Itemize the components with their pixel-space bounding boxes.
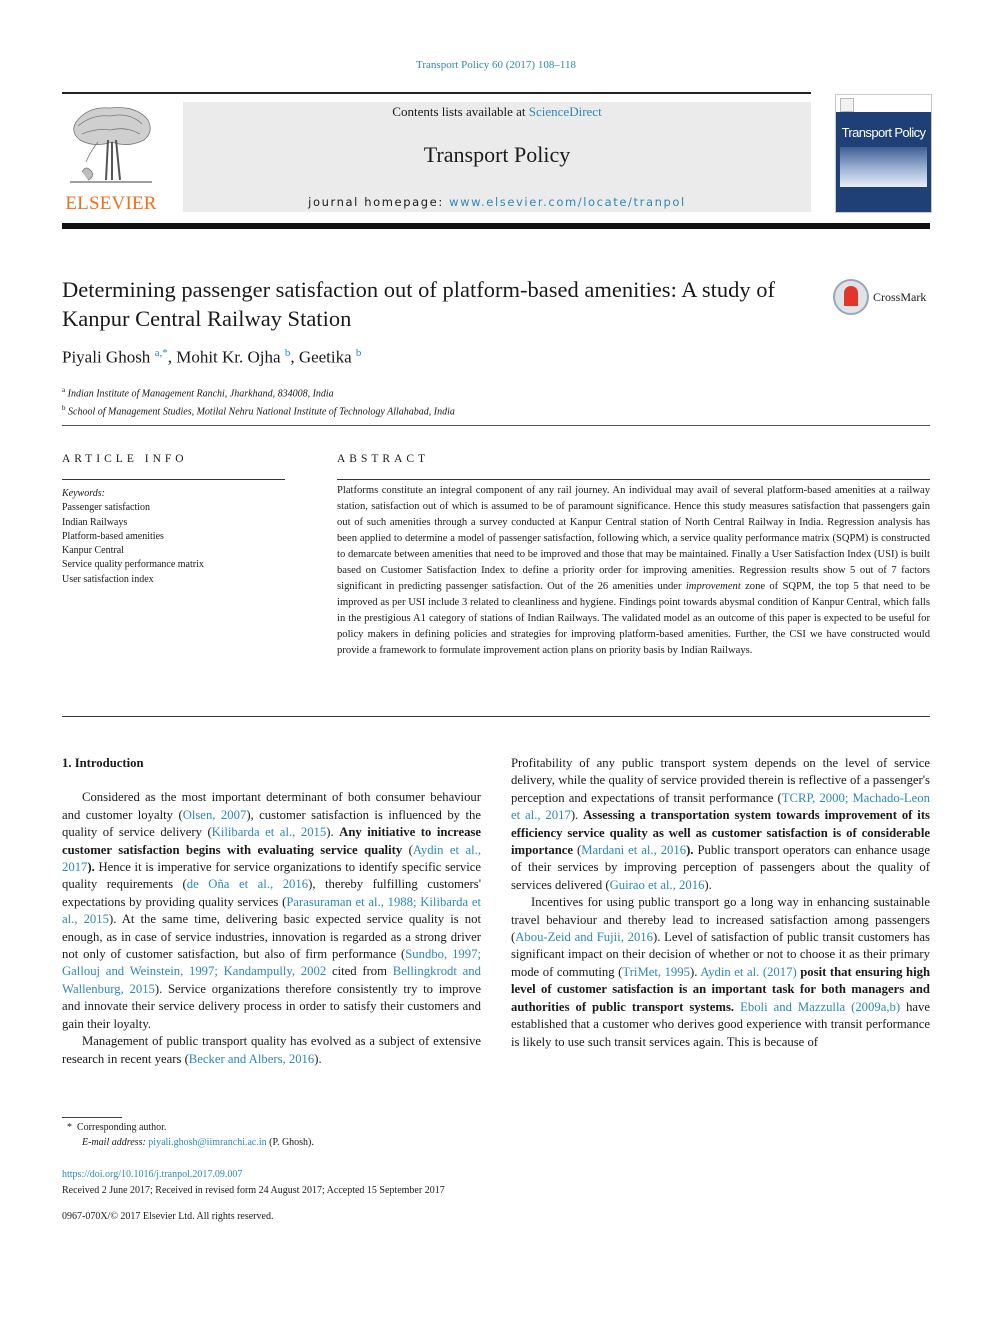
doi-link[interactable]: https://doi.org/10.1016/j.tranpol.2017.0… bbox=[62, 1167, 445, 1183]
citation-link[interactable]: Mardani et al., 2016 bbox=[581, 843, 686, 857]
citation-link[interactable]: Guirao et al., 2016 bbox=[610, 878, 705, 892]
text-run: cited from bbox=[326, 964, 393, 979]
affiliation-sup: b bbox=[62, 404, 66, 413]
crossmark-button[interactable]: CrossMark bbox=[833, 279, 933, 317]
keywords-label: Keywords: bbox=[62, 488, 105, 499]
keywords-list: Keywords: Passenger satisfaction Indian … bbox=[62, 487, 204, 587]
journal-banner: Contents lists available at ScienceDirec… bbox=[183, 102, 811, 212]
corresponding-author-note: * Corresponding author. bbox=[62, 1120, 314, 1135]
author-name[interactable]: Piyali Ghosh bbox=[62, 348, 150, 367]
keyword: Indian Railways bbox=[62, 516, 128, 528]
text-run: ). bbox=[570, 808, 584, 823]
author-sup[interactable]: a,* bbox=[155, 347, 168, 359]
authors: Piyali Ghosh a,*, Mohit Kr. Ojha b, Geet… bbox=[62, 347, 361, 368]
keyword: Kanpur Central bbox=[62, 545, 124, 557]
section-heading: 1. Introduction bbox=[62, 756, 144, 770]
crossmark-ribbon-icon bbox=[844, 286, 858, 306]
bold-text: ). bbox=[87, 860, 95, 875]
abstract-part: zone of SQPM, the top 5 that need to be … bbox=[337, 581, 930, 656]
footnote-star: * bbox=[67, 1122, 72, 1133]
citation-link[interactable]: Olsen, 2007 bbox=[183, 808, 247, 822]
paragraph: Management of public transport quality h… bbox=[62, 1033, 481, 1068]
cover-title: Transport Policy bbox=[841, 125, 926, 140]
author-sup[interactable]: b bbox=[356, 347, 362, 359]
body-column-right: Profitability of any public transport sy… bbox=[511, 755, 930, 1051]
body-column-left: 1. Introduction Considered as the most i… bbox=[62, 755, 481, 1068]
affiliation: a Indian Institute of Management Ranchi,… bbox=[62, 383, 455, 401]
paragraph: Incentives for using public transport go… bbox=[511, 894, 930, 1051]
affiliation: b School of Management Studies, Motilal … bbox=[62, 401, 455, 419]
citation-link[interactable]: Aydin et al. (2017) bbox=[700, 965, 796, 979]
author-separator: , bbox=[167, 347, 177, 367]
citation-link[interactable]: Eboli and Mazzulla (2009a,b) bbox=[740, 1000, 900, 1014]
elsevier-tree-icon bbox=[70, 107, 152, 183]
citation-link[interactable]: Abou-Zeid and Fujii, 2016 bbox=[515, 930, 653, 944]
header-thick-rule bbox=[62, 223, 930, 229]
divider bbox=[62, 479, 285, 480]
divider bbox=[62, 425, 930, 426]
citation-link[interactable]: Kilibarda et al., 2015 bbox=[212, 825, 327, 839]
keyword: Service quality performance matrix bbox=[62, 559, 204, 571]
crossmark-label: CrossMark bbox=[873, 290, 927, 304]
header-rule bbox=[62, 92, 811, 94]
cover-seal-icon bbox=[840, 98, 854, 112]
citation-link[interactable]: TriMet, 1995 bbox=[622, 965, 690, 979]
abstract-text: Platforms constitute an integral compone… bbox=[337, 483, 930, 659]
doi-block: https://doi.org/10.1016/j.tranpol.2017.0… bbox=[62, 1167, 445, 1198]
text-run: ). bbox=[704, 877, 712, 892]
text-run: ). bbox=[314, 1051, 322, 1066]
affiliation-sup: a bbox=[62, 386, 66, 394]
sciencedirect-link[interactable]: ScienceDirect bbox=[529, 104, 602, 119]
paragraph: Profitability of any public transport sy… bbox=[511, 755, 930, 894]
homepage-prefix: journal homepage: bbox=[308, 195, 450, 209]
author-name[interactable]: Geetika bbox=[299, 348, 352, 367]
citation-link[interactable]: Becker and Albers, 2016 bbox=[189, 1052, 314, 1066]
copyright: 0967-070X/© 2017 Elsevier Ltd. All right… bbox=[62, 1211, 274, 1222]
journal-title: Transport Policy bbox=[423, 142, 571, 167]
contents-line: Contents lists available at ScienceDirec… bbox=[183, 104, 811, 120]
cover-image bbox=[840, 147, 927, 187]
abstract-part: Platforms constitute an integral compone… bbox=[337, 485, 930, 592]
affiliation-text: Indian Institute of Management Ranchi, J… bbox=[67, 388, 334, 400]
email-label: E-mail address: bbox=[82, 1137, 146, 1148]
contents-prefix: Contents lists available at bbox=[392, 104, 529, 119]
citation-link[interactable]: de Oña et al., 2016 bbox=[187, 877, 308, 891]
divider bbox=[62, 716, 930, 717]
running-head[interactable]: Transport Policy 60 (2017) 108–118 bbox=[0, 59, 992, 71]
journal-cover-thumbnail[interactable]: Transport Policy bbox=[835, 94, 932, 213]
abstract-heading: ABSTRACT bbox=[337, 453, 430, 465]
elsevier-wordmark: ELSEVIER bbox=[65, 193, 157, 214]
text-run: ( bbox=[573, 843, 582, 858]
footnote-text: Corresponding author. bbox=[77, 1122, 167, 1133]
abstract-emphasis: improvement bbox=[685, 581, 741, 592]
divider bbox=[337, 479, 930, 480]
homepage-link[interactable]: www.elsevier.com/locate/tranpol bbox=[449, 195, 686, 209]
keyword: Platform-based amenities bbox=[62, 530, 164, 542]
affiliation-text: School of Management Studies, Motilal Ne… bbox=[68, 406, 455, 418]
email-note: E-mail address: piyali.ghosh@iimranchi.a… bbox=[62, 1135, 314, 1150]
affiliations: a Indian Institute of Management Ranchi,… bbox=[62, 383, 455, 420]
paragraph: Considered as the most important determi… bbox=[62, 789, 481, 1033]
keyword: User satisfaction index bbox=[62, 573, 154, 585]
text-run: ). bbox=[326, 825, 340, 840]
text-run: ( bbox=[402, 842, 413, 857]
footnote-rule bbox=[62, 1117, 122, 1118]
email-suffix: (P. Ghosh). bbox=[266, 1137, 314, 1148]
footnotes: * Corresponding author. E-mail address: … bbox=[62, 1120, 314, 1150]
author-name[interactable]: Mohit Kr. Ojha bbox=[176, 348, 280, 367]
keyword: Passenger satisfaction bbox=[62, 502, 151, 514]
author-separator: , bbox=[290, 347, 299, 367]
article-info-heading: ARTICLE INFO bbox=[62, 453, 188, 465]
email-link[interactable]: piyali.ghosh@iimranchi.ac.in bbox=[148, 1137, 266, 1148]
homepage-line: journal homepage: www.elsevier.com/locat… bbox=[183, 195, 811, 209]
article-title: Determining passenger satisfaction out o… bbox=[62, 277, 775, 331]
text-run: ). bbox=[689, 964, 701, 979]
article-history: Received 2 June 2017; Received in revise… bbox=[62, 1184, 445, 1196]
elsevier-logo[interactable]: ELSEVIER bbox=[62, 100, 160, 215]
